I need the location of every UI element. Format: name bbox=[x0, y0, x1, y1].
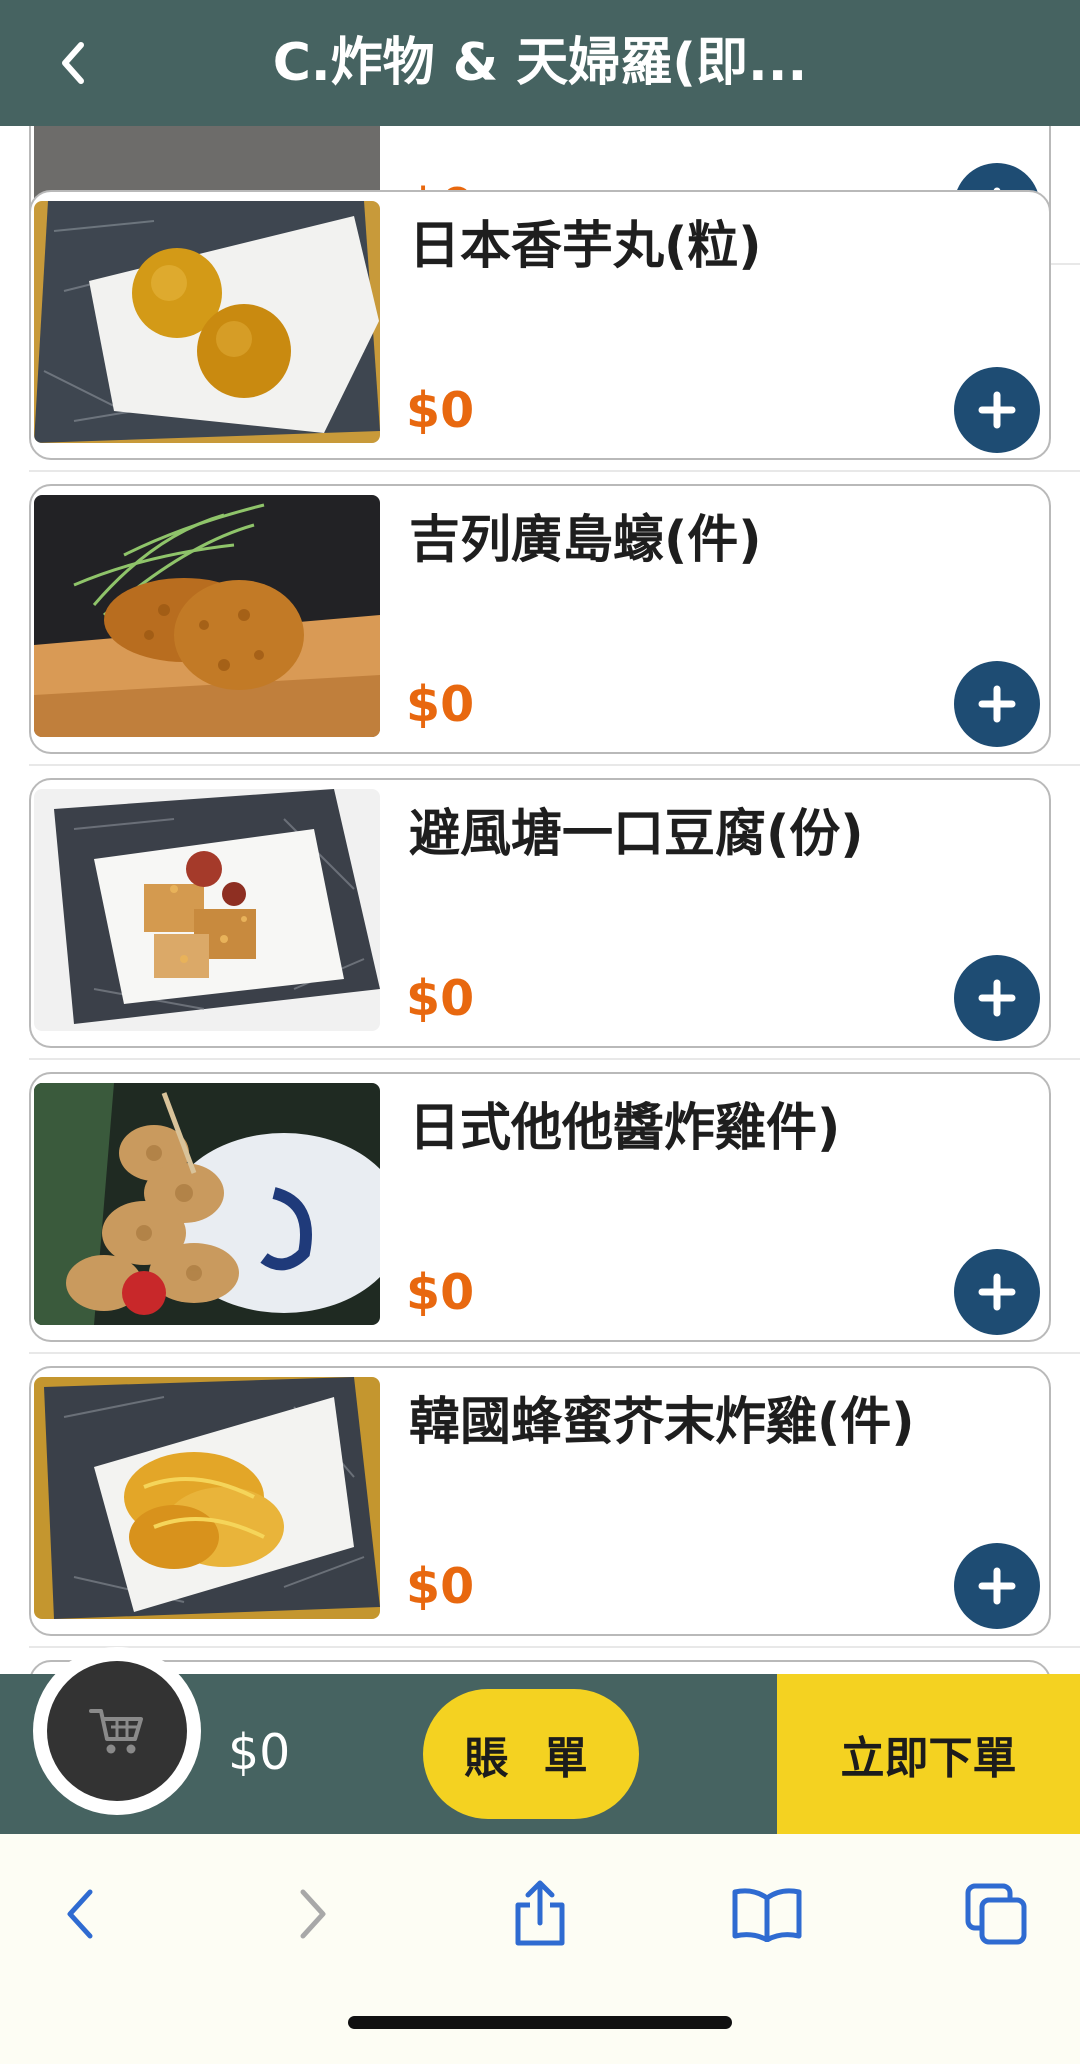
add-item-button[interactable] bbox=[954, 661, 1040, 747]
menu-item-photo bbox=[34, 789, 380, 1031]
menu-item-card[interactable]: 日式他他醬炸雞件) $0 bbox=[29, 1072, 1051, 1342]
menu-item-name: 日式他他醬炸雞件) bbox=[409, 1099, 841, 1158]
book-icon bbox=[732, 1888, 802, 1942]
menu-item-price: $0 bbox=[406, 1264, 475, 1321]
bill-button[interactable]: 賬 單 bbox=[423, 1689, 639, 1819]
menu-item-price: $0 bbox=[406, 970, 475, 1027]
menu-item-name: 吉列廣島蠔(件) bbox=[409, 511, 762, 570]
browser-toolbar bbox=[0, 1834, 1080, 2064]
plus-icon bbox=[978, 979, 1016, 1017]
add-item-button[interactable] bbox=[954, 955, 1040, 1041]
page-title: C.炸物 & 天婦羅(即... bbox=[272, 33, 808, 93]
header-bar: C.炸物 & 天婦羅(即... bbox=[0, 0, 1080, 126]
menu-item-photo bbox=[34, 495, 380, 737]
menu-item-list[interactable]: $0 日本香芋丸(粒) $0 bbox=[0, 126, 1080, 1674]
order-bar: $0 賬 單 立即下單 bbox=[0, 1647, 1080, 1834]
share-button[interactable] bbox=[500, 1874, 580, 1954]
menu-item-photo bbox=[34, 201, 380, 443]
divider bbox=[29, 1646, 1080, 1648]
divider bbox=[29, 764, 1080, 766]
back-button[interactable] bbox=[38, 28, 108, 98]
add-item-button[interactable] bbox=[954, 1249, 1040, 1335]
cart-button[interactable] bbox=[33, 1647, 201, 1815]
shopping-cart-icon bbox=[89, 1709, 143, 1754]
menu-item-photo bbox=[34, 1377, 380, 1619]
menu-item-name: 日本香芋丸(粒) bbox=[409, 217, 762, 276]
order-now-button[interactable]: 立即下單 bbox=[777, 1674, 1080, 1834]
share-icon bbox=[515, 1880, 565, 1946]
tabs-button[interactable] bbox=[956, 1874, 1036, 1954]
tabs-icon bbox=[965, 1883, 1027, 1945]
plus-icon bbox=[978, 1567, 1016, 1605]
plus-icon bbox=[978, 391, 1016, 429]
divider bbox=[29, 1058, 1080, 1060]
menu-item-name: 避風塘一口豆腐(份) bbox=[409, 805, 864, 864]
menu-item-card[interactable]: 日本香芋丸(粒) $0 bbox=[29, 190, 1051, 460]
divider bbox=[29, 470, 1080, 472]
home-indicator bbox=[348, 2016, 732, 2029]
menu-item-card[interactable]: 韓國蜂蜜芥末炸雞(件) $0 bbox=[29, 1366, 1051, 1636]
menu-item-price: $0 bbox=[406, 1558, 475, 1615]
plus-icon bbox=[978, 685, 1016, 723]
menu-item-card[interactable]: 避風塘一口豆腐(份) $0 bbox=[29, 778, 1051, 1048]
browser-forward-button[interactable] bbox=[273, 1874, 353, 1954]
menu-item-photo bbox=[34, 1083, 380, 1325]
menu-item-card[interactable] bbox=[29, 1660, 1051, 1674]
divider bbox=[29, 1352, 1080, 1354]
menu-item-card[interactable]: 吉列廣島蠔(件) $0 bbox=[29, 484, 1051, 754]
add-item-button[interactable] bbox=[954, 1543, 1040, 1629]
cart-button-inner bbox=[47, 1661, 187, 1801]
chevron-left-icon bbox=[62, 42, 84, 84]
menu-item-price: $0 bbox=[406, 382, 475, 439]
chevron-left-icon bbox=[67, 1889, 93, 1939]
plus-icon bbox=[978, 1273, 1016, 1311]
chevron-right-icon bbox=[300, 1889, 326, 1939]
bookmarks-button[interactable] bbox=[727, 1874, 807, 1954]
browser-back-button[interactable] bbox=[40, 1874, 120, 1954]
menu-item-name: 韓國蜂蜜芥末炸雞(件) bbox=[409, 1393, 915, 1452]
menu-item-price: $0 bbox=[406, 676, 475, 733]
add-item-button[interactable] bbox=[954, 367, 1040, 453]
cart-total: $0 bbox=[228, 1724, 291, 1781]
